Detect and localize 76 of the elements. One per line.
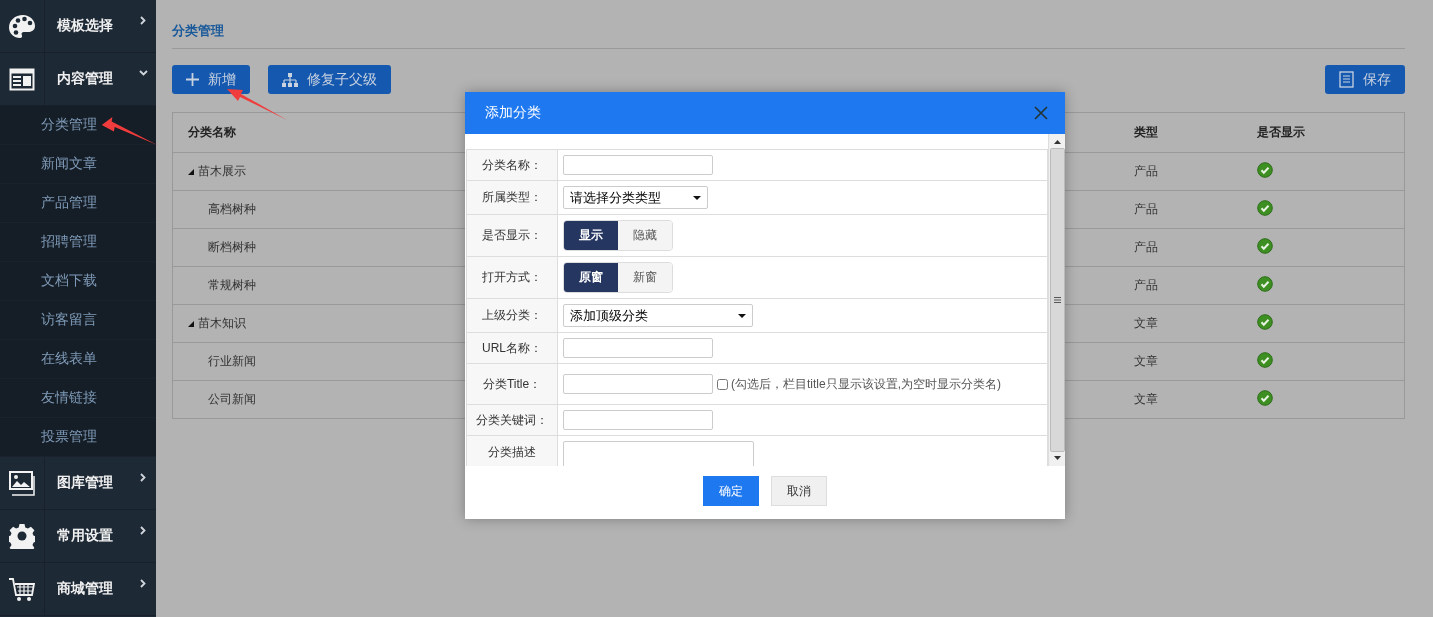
- select-field[interactable]: 请选择分类类型: [563, 186, 708, 209]
- tree-row-label[interactable]: 公司新闻: [208, 392, 256, 406]
- field-label: 所属类型：: [482, 190, 542, 204]
- sidebar-item[interactable]: 产品管理: [41, 194, 97, 212]
- sidebar-item[interactable]: 招聘管理: [41, 233, 97, 251]
- field-label: 分类描述: [488, 445, 536, 459]
- field-label: 上级分类：: [482, 308, 542, 322]
- sidebar-group-label: 常用设置: [57, 527, 114, 545]
- sidebar-item[interactable]: 访客留言: [41, 311, 97, 329]
- sidebar-item[interactable]: 文档下载: [41, 272, 97, 290]
- type-text: 文章: [1134, 354, 1158, 368]
- column-header: 类型: [1133, 112, 1256, 153]
- toggle-option[interactable]: 显示: [564, 221, 618, 250]
- field-label: 是否显示：: [482, 228, 542, 242]
- field-label: 分类名称：: [482, 157, 542, 172]
- tree-button[interactable]: 修复子父级: [268, 65, 391, 94]
- type-text: 文章: [1134, 392, 1158, 406]
- type-text: 产品: [1134, 202, 1158, 216]
- grip-icon: [1053, 297, 1061, 303]
- field-label: URL名称：: [482, 340, 542, 355]
- text-field[interactable]: [563, 374, 713, 394]
- plus-icon: [186, 73, 199, 86]
- column-header: 是否显示: [1256, 112, 1405, 153]
- type-text: 产品: [1134, 278, 1158, 292]
- sidebar-group-label: 图库管理: [57, 474, 114, 492]
- palette-icon: [7, 12, 37, 40]
- cart-icon: [8, 576, 36, 602]
- sidebar-group-label: 商城管理: [57, 580, 114, 598]
- type-text: 文章: [1134, 316, 1158, 330]
- picture-icon: [9, 470, 35, 496]
- field-label: 分类Title：: [482, 376, 542, 391]
- layout-icon: [9, 67, 35, 91]
- sidebar-item[interactable]: 在线表单: [41, 350, 97, 368]
- hint-text: (勾选后，栏目title只显示该设置,为空时显示分类名): [731, 377, 1001, 392]
- confirm-button[interactable]: 确定: [703, 476, 759, 506]
- caret-icon: [738, 313, 746, 318]
- sidebar-group-label: 模板选择: [57, 17, 114, 35]
- select-field[interactable]: 添加顶级分类: [563, 304, 753, 327]
- document-icon: [1339, 71, 1354, 88]
- field-label: 打开方式：: [482, 270, 542, 284]
- field-label: 分类关键词：: [476, 412, 548, 427]
- save-button[interactable]: 保存: [1325, 65, 1405, 94]
- toggle-option[interactable]: 新窗: [618, 263, 672, 292]
- tree-row-label[interactable]: 行业新闻: [208, 354, 256, 368]
- sidebar-group-label: 内容管理: [57, 70, 114, 88]
- tree-row-label[interactable]: 高档树种: [208, 202, 256, 216]
- close-icon: [1034, 106, 1048, 120]
- sidebar-group[interactable]: 图库管理: [0, 457, 156, 510]
- down-arrow-icon: [1053, 456, 1061, 460]
- toggle-option[interactable]: 隐藏: [618, 221, 672, 250]
- sidebar-item[interactable]: 友情链接: [41, 389, 97, 407]
- caret-icon: [693, 195, 701, 200]
- type-text: 产品: [1134, 240, 1158, 254]
- up-arrow-icon: [1053, 140, 1061, 144]
- hierarchy-icon: [282, 72, 298, 87]
- type-text: 产品: [1134, 164, 1158, 178]
- sidebar-group[interactable]: 常用设置: [0, 510, 156, 563]
- text-field[interactable]: [563, 338, 713, 358]
- tree-row-label[interactable]: 常规树种: [208, 278, 256, 292]
- toggle-option[interactable]: 原窗: [564, 263, 618, 292]
- page-title: 分类管理: [172, 22, 224, 40]
- tree-row-label[interactable]: 断档树种: [208, 240, 256, 254]
- sidebar-item[interactable]: 分类管理: [41, 116, 97, 134]
- sidebar-group[interactable]: 商城管理: [0, 563, 156, 616]
- tree-row-label[interactable]: 苗木展示: [188, 164, 246, 178]
- sidebar-item[interactable]: 投票管理: [41, 428, 97, 446]
- text-field[interactable]: [563, 410, 713, 430]
- gear-icon: [9, 523, 35, 549]
- tree-row-label[interactable]: 苗木知识: [188, 316, 246, 330]
- sidebar-group[interactable]: 模板选择: [0, 0, 156, 53]
- cancel-button[interactable]: 取消: [771, 476, 827, 506]
- checkbox[interactable]: [717, 379, 728, 391]
- scrollbar[interactable]: [1048, 134, 1065, 466]
- text-field[interactable]: [563, 155, 713, 175]
- add-button[interactable]: 新增: [172, 65, 250, 94]
- sidebar-item[interactable]: 新闻文章: [41, 155, 97, 173]
